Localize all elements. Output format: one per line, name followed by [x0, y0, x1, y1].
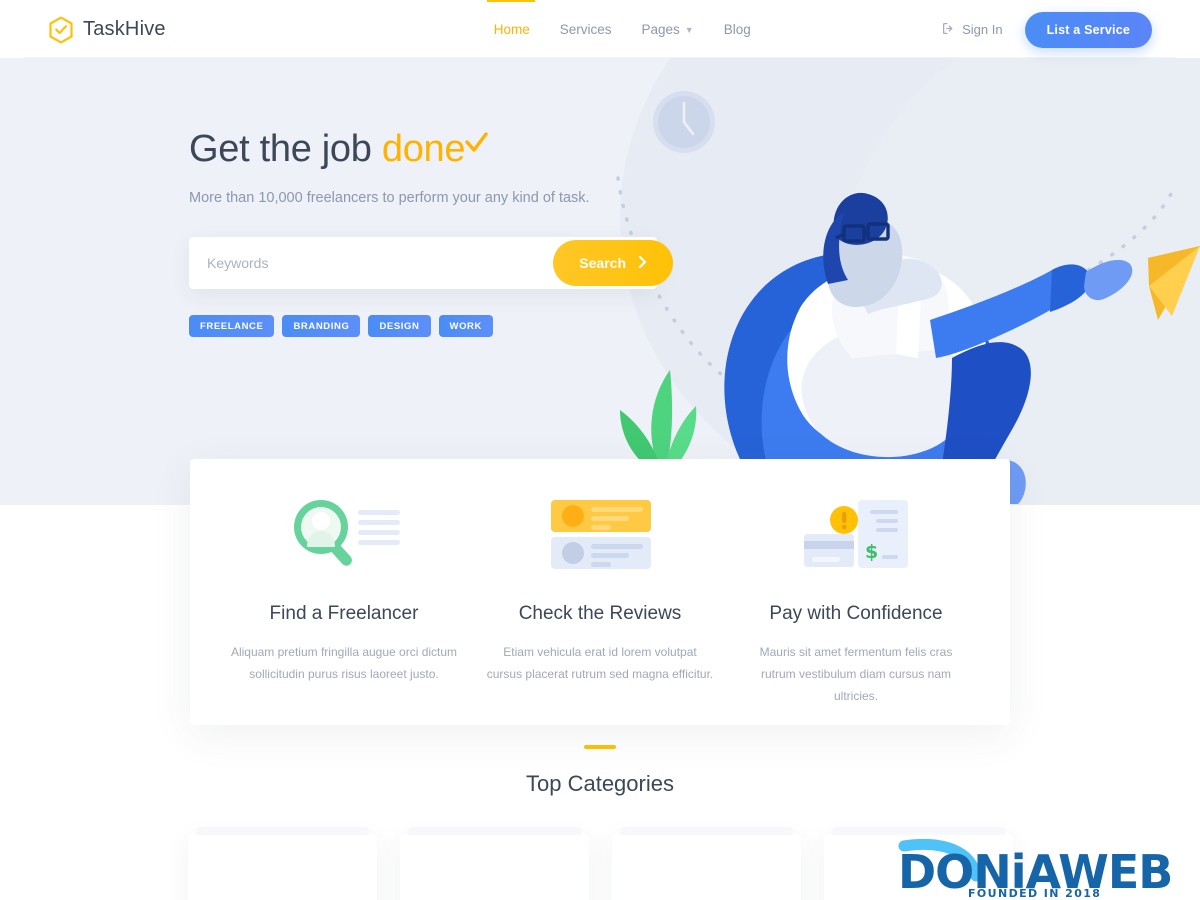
nav-item-services[interactable]: Services: [560, 22, 612, 37]
svg-text:$: $: [865, 541, 878, 563]
hero-headline: Get the job done: [189, 128, 749, 171]
category-card-design[interactable]: [187, 827, 377, 900]
nav-item-blog[interactable]: Blog: [724, 22, 751, 37]
brand-logo[interactable]: TaskHive: [48, 16, 166, 44]
feature-title: Check the Reviews: [518, 603, 682, 624]
sign-in-icon: [942, 22, 955, 38]
feature-desc: Etiam vehicula erat id lorem volutpat cu…: [486, 645, 714, 682]
feature-title: Pay with Confidence: [769, 603, 943, 624]
headline-lead: Get the job: [189, 128, 372, 170]
nav-item-pages-label: Pages: [641, 22, 680, 37]
section-rule: [584, 745, 616, 749]
nav-item-services-label: Services: [559, 22, 612, 37]
sign-in-link[interactable]: Sign In: [942, 22, 1003, 38]
hero-section: Get the job done More than 10,000 freela…: [0, 58, 1200, 505]
feature-pay-confidence[interactable]: $ Pay with Confidence Mauris sit amet fe…: [728, 497, 984, 725]
nav-item-home-label: Home: [493, 22, 530, 37]
category-grid: [0, 827, 1200, 900]
nav-item-blog-label: Blog: [723, 22, 751, 37]
secure-payment-icon: $: [742, 497, 970, 571]
site-header: TaskHive Home Services Pages ▼ Blog Sign…: [24, 2, 1176, 58]
hexagon-check-icon: [48, 16, 74, 44]
feature-title: Find a Freelancer: [269, 603, 419, 624]
feature-desc: Aliquam pretium fringilla augue orci dic…: [230, 645, 458, 682]
reviews-icon: [486, 497, 714, 571]
header-actions: Sign In List a Service: [942, 11, 1152, 48]
page-title: Top Categories: [526, 771, 674, 796]
tag-freelance[interactable]: FREELANCE: [189, 315, 275, 337]
tag-branding[interactable]: BRANDING: [282, 315, 361, 337]
find-freelancer-icon: [230, 497, 458, 571]
feature-check-reviews[interactable]: Check the Reviews Etiam vehicula erat id…: [472, 497, 728, 725]
search-button[interactable]: Search: [553, 240, 673, 286]
chevron-down-icon: ▼: [684, 24, 694, 35]
search-button-label: Search: [579, 255, 626, 271]
feature-desc: Mauris sit amet fermentum felis cras rut…: [759, 645, 953, 704]
hero-content: Get the job done More than 10,000 freela…: [189, 128, 749, 337]
sign-in-label: Sign In: [962, 22, 1003, 37]
nav-item-home[interactable]: Home: [494, 22, 530, 37]
brand-name: TaskHive: [83, 18, 166, 40]
headline-accent: done: [381, 128, 466, 170]
section-header: Top Categories: [0, 745, 1200, 797]
hero-tag-list: FREELANCE BRANDING DESIGN WORK: [189, 315, 749, 337]
category-card-development[interactable]: [611, 827, 801, 900]
feature-find-freelancer[interactable]: Find a Freelancer Aliquam pretium fringi…: [216, 497, 472, 725]
chevron-right-icon: [638, 255, 647, 271]
tag-design[interactable]: DESIGN: [368, 315, 431, 337]
hero-search-bar: Search: [189, 237, 673, 289]
nav-item-pages[interactable]: Pages ▼: [642, 22, 694, 37]
main-nav: Home Services Pages ▼ Blog: [494, 22, 751, 37]
check-icon: [463, 124, 489, 152]
category-card-photography[interactable]: [823, 827, 1013, 900]
tag-work[interactable]: WORK: [438, 315, 493, 337]
hero-subline: More than 10,000 freelancers to perform …: [189, 190, 590, 206]
features-card: Find a Freelancer Aliquam pretium fringi…: [190, 459, 1010, 725]
top-categories-section: Top Categories: [0, 745, 1200, 900]
paper-plane-icon: [1148, 246, 1200, 320]
list-a-service-button[interactable]: List a Service: [1024, 11, 1152, 48]
category-card-marketing[interactable]: [399, 827, 589, 900]
